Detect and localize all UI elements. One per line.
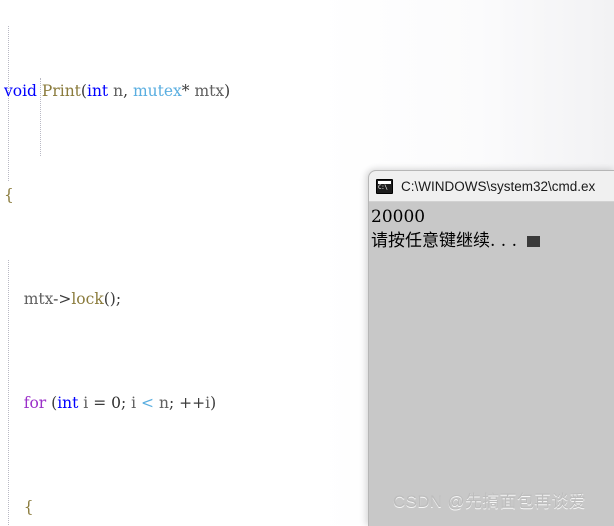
console-output-line-with-cursor: 请按任意键继续. . . bbox=[371, 229, 614, 253]
token-function: Print bbox=[41, 82, 81, 100]
token-control-keyword: for bbox=[23, 394, 47, 412]
console-output-line: 20000 bbox=[371, 207, 426, 227]
token-type: mutex bbox=[132, 82, 182, 100]
cmd-console-window[interactable]: C:\WINDOWS\system32\cmd.ex 20000 请按任意键继续.… bbox=[368, 170, 614, 526]
console-title: C:\WINDOWS\system32\cmd.ex bbox=[401, 178, 596, 194]
token-keyword: int bbox=[86, 82, 109, 100]
console-cursor bbox=[527, 236, 541, 247]
console-output[interactable]: 20000 请按任意键继续. . . bbox=[369, 202, 614, 253]
code-line[interactable]: void Print(int n, mutex* mtx) bbox=[0, 78, 614, 104]
token-function: lock bbox=[71, 290, 104, 308]
token-keyword: int bbox=[57, 394, 79, 412]
cmd-window-icon bbox=[376, 178, 393, 194]
console-output-text: 请按任意键继续. . . bbox=[371, 231, 518, 251]
token-keyword: void bbox=[4, 82, 37, 100]
console-titlebar[interactable]: C:\WINDOWS\system32\cmd.ex bbox=[369, 171, 614, 202]
